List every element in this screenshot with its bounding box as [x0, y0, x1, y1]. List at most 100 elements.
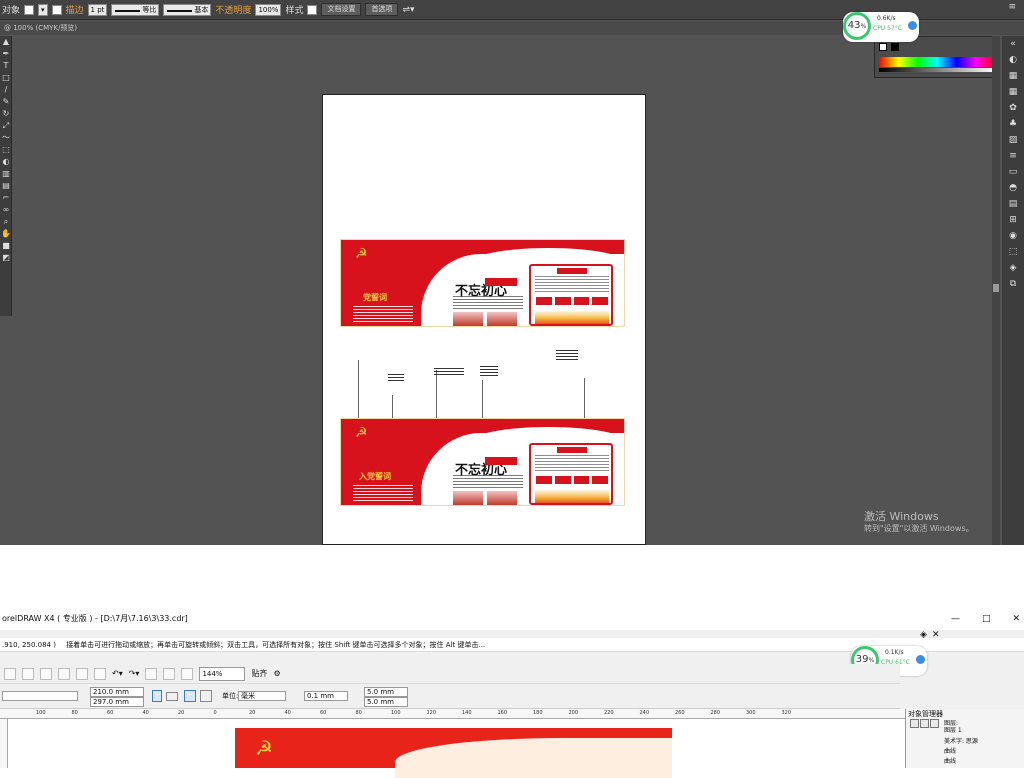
- type-tool-icon[interactable]: T: [0, 60, 12, 72]
- arrange-icon[interactable]: ⇌▾: [402, 5, 414, 15]
- graph-tool-icon[interactable]: ▥: [0, 168, 12, 180]
- style-swatch[interactable]: [307, 4, 318, 15]
- copy-icon[interactable]: [76, 667, 88, 680]
- document-setup-button[interactable]: 文档设置: [321, 3, 362, 16]
- color-panel-icon[interactable]: ◐: [1002, 52, 1024, 68]
- export-icon[interactable]: [163, 667, 176, 680]
- current-page-icon[interactable]: [200, 690, 212, 702]
- all-pages-icon[interactable]: [184, 690, 196, 702]
- paste-icon[interactable]: [94, 667, 106, 680]
- import-icon[interactable]: [145, 667, 158, 680]
- appearance-icon[interactable]: ▤: [1002, 196, 1024, 212]
- stroke-label[interactable]: 描边: [66, 3, 84, 16]
- grayscale-ramp[interactable]: [879, 68, 995, 72]
- edit-across-layers-icon[interactable]: [920, 719, 929, 728]
- stroke-profile-select[interactable]: 等比: [111, 3, 160, 16]
- blend-tool-icon[interactable]: ∞: [0, 204, 12, 216]
- pencil-tool-icon[interactable]: ✎: [0, 96, 12, 108]
- fill-color-chip[interactable]: [879, 43, 887, 51]
- artboards-icon[interactable]: ⧉: [1002, 276, 1024, 292]
- brushes-icon[interactable]: ✿: [1002, 100, 1024, 116]
- hand-tool-icon[interactable]: ✋: [0, 228, 12, 240]
- publish-icon[interactable]: [181, 667, 194, 680]
- accelerate-icon[interactable]: [908, 21, 917, 30]
- save-icon[interactable]: [22, 667, 34, 680]
- duplicate-x-field[interactable]: 5.0 mm: [364, 687, 408, 697]
- object-item[interactable]: 曲线: [944, 756, 956, 765]
- show-properties-icon[interactable]: [910, 719, 919, 728]
- stroke-color-chip[interactable]: [891, 43, 899, 51]
- opacity-label[interactable]: 不透明度: [215, 3, 251, 16]
- scale-tool-icon[interactable]: ⤢: [0, 120, 12, 132]
- free-transform-icon[interactable]: ⬚: [0, 144, 12, 156]
- cut-icon[interactable]: [58, 667, 70, 680]
- undo-icon[interactable]: ↶▾: [112, 669, 123, 678]
- eyedropper-icon[interactable]: ⌐: [0, 192, 12, 204]
- pathfinder-icon[interactable]: ◉: [1002, 228, 1024, 244]
- rectangle-tool-icon[interactable]: □: [0, 72, 12, 84]
- fill-swatch[interactable]: [24, 4, 35, 15]
- graphic-styles-icon[interactable]: ▨: [1002, 132, 1024, 148]
- pen-tool-icon[interactable]: ✒: [0, 48, 12, 60]
- transform-icon[interactable]: ⬚: [1002, 244, 1024, 260]
- red-tag: [485, 278, 517, 286]
- accelerate-icon[interactable]: [916, 655, 925, 664]
- portrait-icon[interactable]: [152, 690, 162, 702]
- layer-manager-icon[interactable]: [930, 719, 939, 728]
- brush-tool-icon[interactable]: /: [0, 84, 12, 96]
- transparency-icon[interactable]: ◓: [1002, 180, 1024, 196]
- print-icon[interactable]: [40, 667, 52, 680]
- rotate-tool-icon[interactable]: ↻: [0, 108, 12, 120]
- options-icon[interactable]: ⚙: [273, 669, 280, 678]
- symbols-icon[interactable]: ♣: [1002, 116, 1024, 132]
- object-item[interactable]: 曲线: [944, 746, 956, 755]
- ruler-tick-label: 200: [568, 710, 579, 716]
- warp-tool-icon[interactable]: 〜: [0, 132, 12, 144]
- panel-menu-icon[interactable]: ≡: [1008, 2, 1016, 12]
- zoom-tool-icon[interactable]: ⌕: [0, 216, 12, 228]
- design-panel-zoomed[interactable]: ☭: [235, 728, 672, 778]
- fill-stroke-icon[interactable]: ■: [0, 240, 12, 252]
- stroke-swatch[interactable]: [51, 4, 62, 15]
- swatches-icon[interactable]: ▦: [1002, 84, 1024, 100]
- color-mode-icon[interactable]: ◩: [0, 252, 12, 264]
- color-guide-icon[interactable]: ▦: [1002, 68, 1024, 84]
- units-select[interactable]: 毫米: [238, 691, 286, 701]
- gradient-tool-icon[interactable]: ▤: [0, 180, 12, 192]
- zoom-level-select[interactable]: 144%: [199, 666, 246, 681]
- vertical-ruler[interactable]: [0, 719, 8, 768]
- design-panel-1[interactable]: ☭ 党誓词 不忘初心: [340, 239, 625, 327]
- scrollbar-thumb[interactable]: [993, 284, 999, 292]
- opacity-field[interactable]: 100%: [255, 3, 282, 16]
- stroke-weight-field[interactable]: 1 pt: [87, 3, 108, 16]
- color-spectrum[interactable]: [879, 57, 995, 67]
- gradient-panel-icon[interactable]: ▭: [1002, 164, 1024, 180]
- open-icon[interactable]: [4, 667, 16, 680]
- panel-collapse-icon[interactable]: «: [1002, 36, 1024, 52]
- close-button[interactable]: ✕: [1012, 608, 1020, 630]
- shape-builder-icon[interactable]: ◐: [0, 156, 12, 168]
- design-panel-2[interactable]: ☭ 入党誓词 不忘初心: [340, 418, 625, 506]
- duplicate-y-field[interactable]: 5.0 mm: [364, 697, 408, 707]
- redo-icon[interactable]: ↷▾: [129, 669, 140, 678]
- page-size-select[interactable]: [2, 691, 78, 701]
- horizontal-ruler[interactable]: 100 80 60 40 20 0 20 40 60 80 100 120 140 160 180 200 22…: [0, 709, 905, 719]
- landscape-icon[interactable]: [166, 692, 178, 701]
- minimize-button[interactable]: —: [951, 608, 960, 630]
- object-item[interactable]: 美术字: 思源: [944, 736, 978, 745]
- snap-to-label[interactable]: 贴齐: [251, 668, 267, 679]
- page-height-field[interactable]: 297.0 mm: [90, 697, 144, 707]
- page-width-field[interactable]: 210.0 mm: [90, 687, 144, 697]
- layers-icon[interactable]: ◈: [1002, 260, 1024, 276]
- nudge-distance-field[interactable]: 0.1 mm: [304, 691, 348, 701]
- maximize-button[interactable]: □: [982, 608, 991, 630]
- preferences-button[interactable]: 首选项: [365, 3, 399, 16]
- vertical-scrollbar[interactable]: [992, 36, 1000, 545]
- cpu-monitor-widget-top[interactable]: 43% 0.6K/s CPU 57°C: [843, 12, 919, 42]
- selection-tool-icon[interactable]: ▲: [0, 36, 12, 48]
- photo-1: [453, 312, 483, 326]
- fill-dropdown[interactable]: ▾: [38, 3, 48, 16]
- align-icon[interactable]: ⊞: [1002, 212, 1024, 228]
- stroke-panel-icon[interactable]: ≡: [1002, 148, 1024, 164]
- brush-select[interactable]: 基本: [163, 3, 212, 16]
